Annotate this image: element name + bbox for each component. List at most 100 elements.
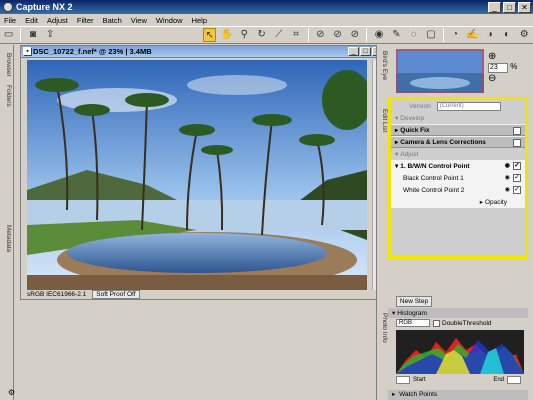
- quick-fix-row[interactable]: ▸ Quick Fix: [391, 124, 525, 136]
- quick-fix-label: Quick Fix: [400, 126, 430, 134]
- photo-canvas[interactable]: [27, 60, 367, 290]
- birds-eye-tab[interactable]: Bird's Eye: [378, 51, 388, 80]
- menu-window[interactable]: Window: [156, 16, 183, 25]
- color-profile-label: sRGB IEC61966-2.1: [27, 291, 87, 298]
- versions-label: Version: [409, 102, 431, 110]
- minimize-button[interactable]: _: [488, 1, 501, 13]
- marquee-icon[interactable]: ▢: [424, 28, 437, 42]
- white-point-icon[interactable]: ⊘: [348, 28, 361, 42]
- eye-icon[interactable]: ◉: [505, 162, 510, 169]
- watch-points-header[interactable]: ▸ Watch Points: [388, 390, 528, 400]
- image-icon: ▪: [23, 47, 32, 56]
- watch-points-label: Watch Points: [399, 391, 438, 398]
- histogram-title: Histogram: [397, 309, 427, 317]
- app-icon: [3, 2, 13, 12]
- browser-toggle-icon[interactable]: ▭: [2, 28, 15, 42]
- zoom-unit: %: [510, 62, 518, 71]
- new-step-button[interactable]: New Step: [396, 296, 432, 307]
- straighten-icon[interactable]: ⟋: [272, 28, 285, 42]
- settings-icon[interactable]: ⚙: [518, 28, 531, 42]
- photo-info-tab[interactable]: Photo Info: [378, 313, 388, 343]
- birds-eye-preview[interactable]: [396, 49, 484, 93]
- camera-lens-row[interactable]: ▸ Camera & Lens Corrections: [391, 136, 525, 148]
- lasso-icon[interactable]: ◌: [407, 28, 420, 42]
- opacity-row[interactable]: ▸ Opacity: [391, 196, 525, 208]
- zoom-control: ⊕ % ⊖: [488, 51, 528, 84]
- hand-icon[interactable]: ✋: [220, 28, 233, 42]
- image-minimize-button[interactable]: _: [348, 47, 359, 56]
- start-value-box[interactable]: [396, 376, 410, 384]
- red-eye-icon[interactable]: ◉: [372, 28, 385, 42]
- metadata-tab[interactable]: Metadata: [2, 225, 12, 252]
- zoom-in-icon[interactable]: ⊕: [488, 51, 528, 62]
- black-control-point-row[interactable]: Black Control Point 1 ◉ ✓: [391, 172, 525, 184]
- double-threshold-checkbox[interactable]: [433, 319, 440, 327]
- black-point-icon[interactable]: ⊘: [314, 28, 327, 42]
- close-button[interactable]: ✕: [518, 1, 531, 13]
- toolbar-separator: [366, 28, 368, 42]
- double-threshold-label: DoubleThreshold: [442, 319, 492, 327]
- menu-view[interactable]: View: [131, 16, 147, 25]
- edit-list-tab[interactable]: Edit List: [378, 109, 388, 132]
- rotate-icon[interactable]: ↻: [255, 28, 268, 42]
- eye-icon[interactable]: ◉: [505, 186, 510, 193]
- camera-icon[interactable]: ◙: [26, 28, 39, 42]
- white-cp-checkbox[interactable]: ✓: [513, 186, 521, 194]
- menu-edit[interactable]: Edit: [25, 16, 38, 25]
- toolbar: ▭ ◙ ⇪ ↖ ✋ ⚲ ↻ ⟋ ⌗ ⊘ ⊘ ⊘ ◉ ✎ ◌ ▢ ◔ ✍ ◑ ◐ …: [0, 26, 533, 44]
- menu-help[interactable]: Help: [192, 16, 207, 25]
- end-value-box[interactable]: [507, 376, 521, 384]
- quick-fix-checkbox[interactable]: [513, 127, 521, 135]
- menu-filter[interactable]: Filter: [77, 16, 94, 25]
- histogram-range: Start End: [396, 376, 524, 384]
- histogram-graph[interactable]: [396, 330, 524, 374]
- toolbar-separator: [307, 28, 309, 42]
- histogram-header[interactable]: ▾ Histogram: [388, 308, 528, 318]
- neutral-point-icon[interactable]: ⊘: [331, 28, 344, 42]
- camera-lens-label: Camera & Lens Corrections: [400, 138, 486, 146]
- share-icon[interactable]: ⇪: [44, 28, 57, 42]
- white-control-point-row[interactable]: White Control Point 2 ◉ ✓: [391, 184, 525, 196]
- versions-row: Version (Current): [391, 100, 525, 112]
- folders-tab[interactable]: Folders: [2, 85, 12, 107]
- crop-icon[interactable]: ⌗: [289, 28, 302, 42]
- black-cp-checkbox[interactable]: ✓: [513, 174, 521, 182]
- step-checkbox[interactable]: ✓: [513, 162, 521, 170]
- zoom-input[interactable]: [488, 62, 508, 73]
- browser-tab[interactable]: Browser: [2, 53, 12, 77]
- menu-bar: File Edit Adjust Filter Batch View Windo…: [0, 14, 533, 26]
- image-window-titlebar[interactable]: ▪ DSC_10722_f.nef* @ 23% | 3.4MB _ □ ✕: [21, 46, 384, 58]
- maximize-button[interactable]: □: [503, 1, 516, 13]
- right-panel: ⊕ % ⊖ Version (Current) ▾ Develop ▸ Quic…: [388, 45, 533, 400]
- auto-retouch-icon[interactable]: ✎: [390, 28, 403, 42]
- adjust-header[interactable]: ▾ Adjust: [391, 148, 525, 160]
- selection-brush-icon[interactable]: ✍: [466, 28, 479, 42]
- menu-batch[interactable]: Batch: [103, 16, 122, 25]
- histogram-controls: RGB DoubleThreshold: [388, 318, 528, 328]
- zoom-out-icon[interactable]: ⊖: [488, 73, 528, 84]
- versions-dropdown[interactable]: (Current): [436, 101, 501, 111]
- soft-proof-dropdown[interactable]: Soft Proof Off: [92, 290, 140, 299]
- edit-list-empty-area: [391, 208, 525, 252]
- adjust-label: Adjust: [400, 150, 419, 158]
- zoom-icon[interactable]: ⚲: [238, 28, 251, 42]
- color-control-point-icon[interactable]: ◔: [449, 28, 462, 42]
- menu-adjust[interactable]: Adjust: [47, 16, 68, 25]
- start-label: Start: [413, 377, 426, 383]
- direct-select-icon[interactable]: ↖: [202, 28, 217, 42]
- eye-icon[interactable]: ◉: [505, 174, 510, 181]
- fill-icon[interactable]: ◐: [500, 28, 513, 42]
- develop-header[interactable]: ▾ Develop: [391, 112, 525, 124]
- step-row[interactable]: ▾ 1. B/W/N Control Point ◉ ✓: [391, 160, 525, 172]
- camera-lens-checkbox[interactable]: [513, 139, 521, 147]
- edit-list-panel: Version (Current) ▾ Develop ▸ Quick Fix …: [388, 97, 528, 259]
- histogram-panel: ▾ Histogram RGB DoubleThreshold Start En…: [388, 308, 528, 400]
- channel-dropdown[interactable]: RGB: [396, 319, 430, 327]
- image-window: ▪ DSC_10722_f.nef* @ 23% | 3.4MB _ □ ✕: [20, 45, 385, 300]
- gradient-icon[interactable]: ◑: [483, 28, 496, 42]
- settings-icon[interactable]: ⚙: [8, 388, 15, 397]
- step-label: 1. B/W/N Control Point: [400, 162, 470, 170]
- opacity-label: Opacity: [484, 198, 507, 206]
- menu-file[interactable]: File: [4, 16, 16, 25]
- image-maximize-button[interactable]: □: [360, 47, 371, 56]
